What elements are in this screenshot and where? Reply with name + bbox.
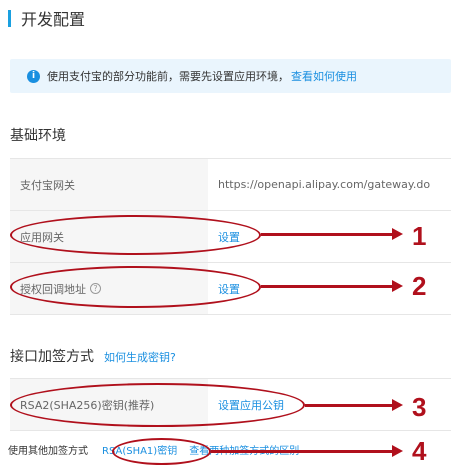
annotation-number-1: 1 (412, 221, 427, 251)
annotation-arrow-2 (261, 280, 403, 292)
notice-text: 使用支付宝的部分功能前，需要先设置应用环境， (47, 70, 289, 83)
other-signing-label: 使用其他加签方式 (8, 446, 88, 457)
page-header: 开发配置 (8, 8, 86, 29)
annotation-ellipse-2 (10, 266, 261, 308)
annotation-arrow-3 (305, 399, 403, 411)
annotation-ellipse-1 (10, 215, 261, 255)
title-accent-bar (8, 9, 11, 27)
signing-title-wrap: 接口加签方式 如何生成密钥? (10, 346, 176, 366)
basic-env-title: 基础环境 (10, 128, 66, 144)
annotation-number-2: 2 (412, 271, 427, 301)
annotation-ellipse-3 (10, 383, 305, 427)
annotation-arrow-4 (211, 445, 403, 457)
annotation-number-3: 3 (412, 392, 427, 422)
gateway-value: https://openapi.alipay.com/gateway.do (218, 178, 431, 191)
annotation-number-4: 4 (412, 436, 427, 466)
annotation-arrow-1 (261, 228, 403, 240)
how-to-use-link[interactable]: 查看如何使用 (291, 68, 357, 84)
annotation-ellipse-4 (112, 438, 211, 465)
signing-title: 接口加签方式 (10, 349, 94, 365)
page-title: 开发配置 (21, 10, 86, 29)
info-notice: i 使用支付宝的部分功能前，需要先设置应用环境， 查看如何使用 (10, 59, 451, 93)
info-icon: i (27, 69, 40, 83)
gateway-label: 支付宝网关 (10, 159, 208, 210)
how-to-generate-key-link[interactable]: 如何生成密钥? (104, 351, 176, 364)
table-row-gateway: 支付宝网关 https://openapi.alipay.com/gateway… (10, 159, 451, 211)
